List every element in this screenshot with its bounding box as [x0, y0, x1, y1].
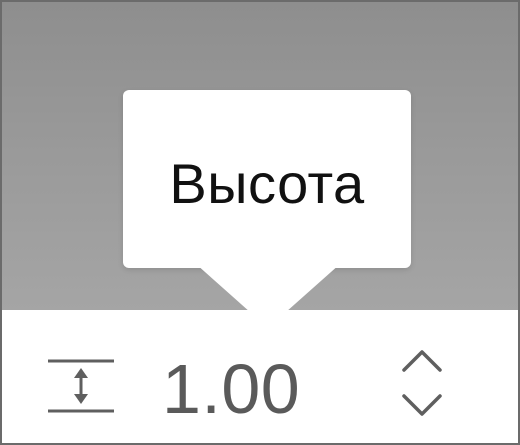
- decrement-button[interactable]: [392, 386, 452, 430]
- tooltip-label: Высота: [169, 151, 365, 215]
- screenshot-frame: Высота 1.00: [0, 0, 520, 445]
- height-stepper: [392, 340, 452, 430]
- chevron-down-icon: [400, 392, 444, 425]
- height-control: 1.00: [2, 310, 518, 443]
- increment-button[interactable]: [392, 340, 452, 384]
- tooltip: Высота: [123, 90, 411, 268]
- line-height-icon: [46, 358, 116, 414]
- height-value[interactable]: 1.00: [162, 354, 300, 424]
- chevron-up-icon: [400, 346, 444, 379]
